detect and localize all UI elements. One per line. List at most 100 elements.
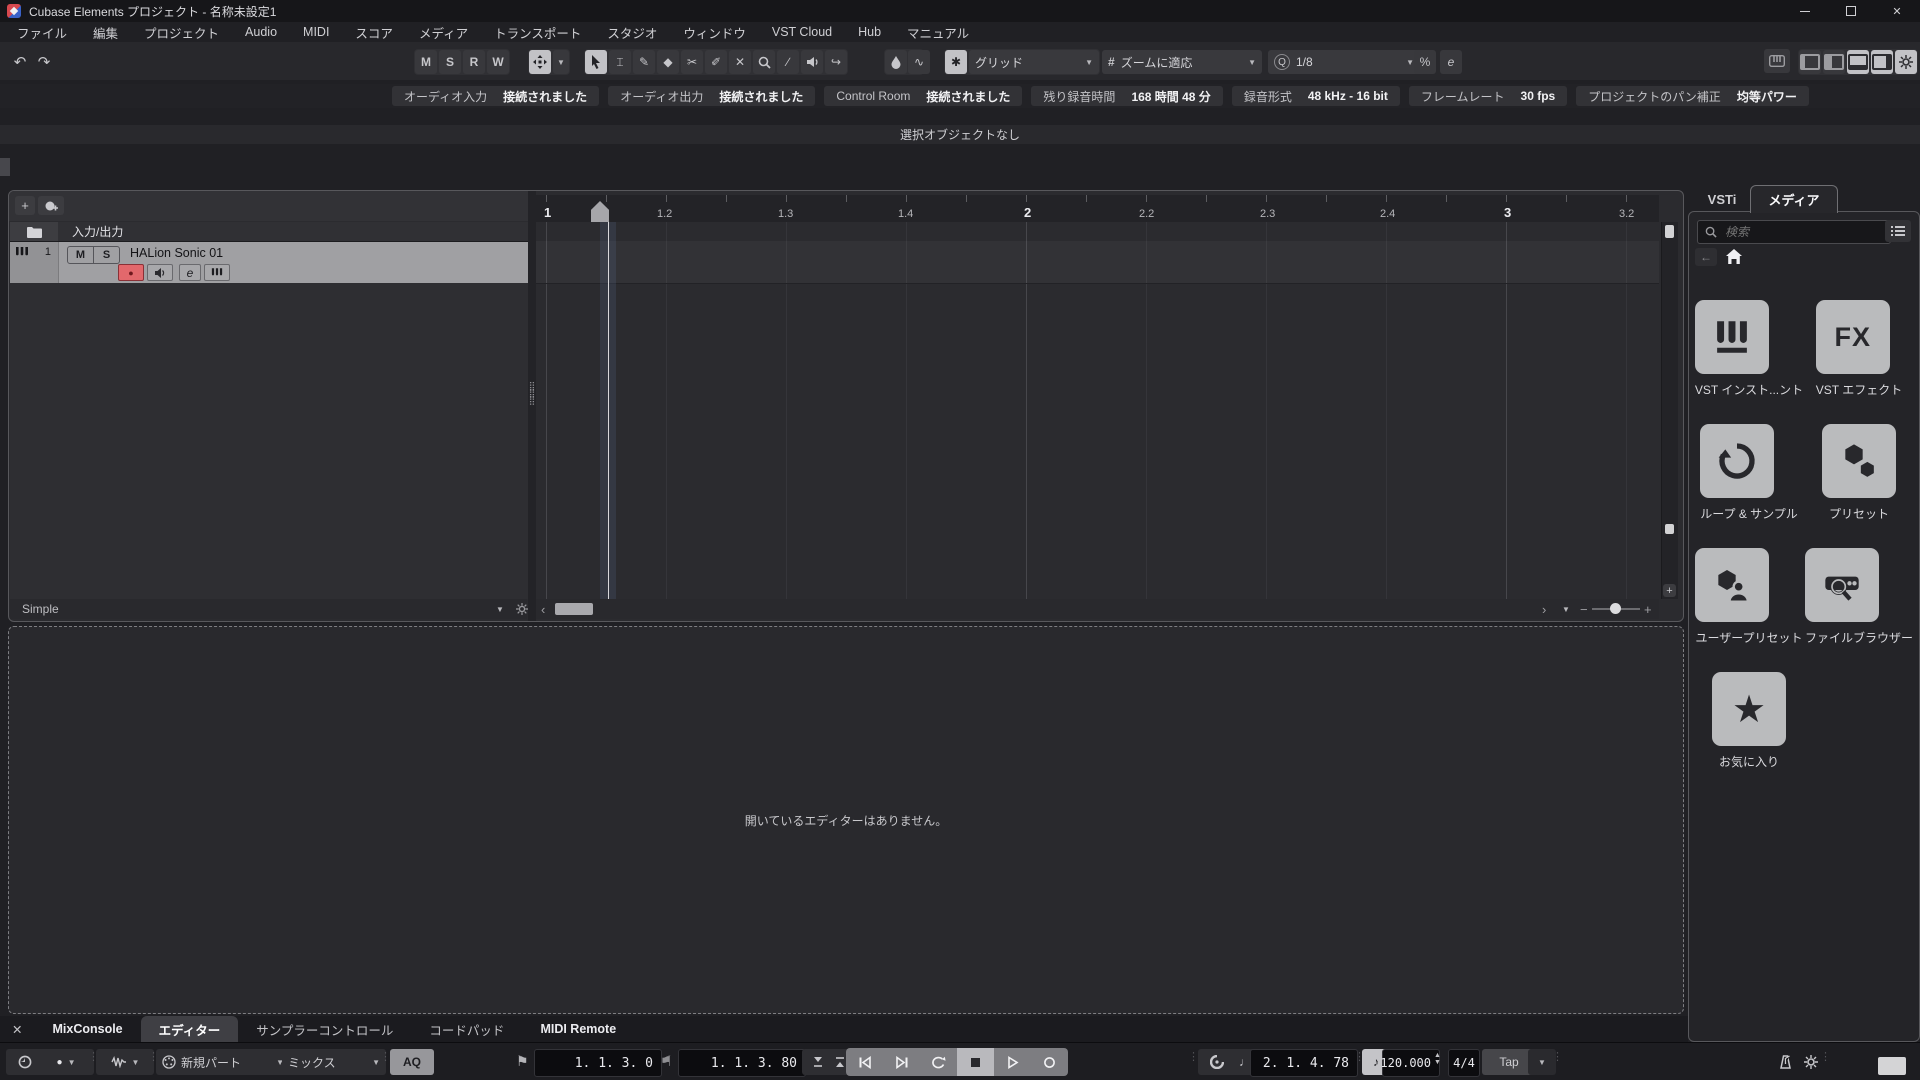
tile-loops-samples[interactable]: ループ & サンプル	[1700, 424, 1798, 522]
mute-all-button[interactable]: M	[415, 50, 437, 74]
drag-handle[interactable]: ⋮	[1820, 1052, 1831, 1063]
media-home-button[interactable]	[1723, 246, 1745, 266]
read-automation-button[interactable]: R	[463, 50, 485, 74]
quantize-panel-button[interactable]: e	[1440, 50, 1462, 74]
hscroll-thumb[interactable]	[555, 603, 593, 615]
autoscroll-button[interactable]	[529, 50, 551, 74]
grid-type-select[interactable]: グリッド ▼	[969, 50, 1099, 74]
stop-button[interactable]	[957, 1048, 994, 1076]
record-format[interactable]: 録音形式 48 kHz - 16 bit	[1231, 86, 1400, 106]
iterative-quantize-button[interactable]: %	[1414, 50, 1436, 74]
use-track-preset-button[interactable]	[38, 196, 64, 215]
midi-mix-mode-select[interactable]: ミックス ▼	[282, 1049, 386, 1075]
left-locator-flag-icon[interactable]: ⚑	[516, 1053, 529, 1070]
minimize-button[interactable]	[1782, 0, 1828, 22]
go-to-start-button[interactable]	[846, 1048, 883, 1076]
tile-user-presets[interactable]: ユーザープリセット	[1695, 548, 1803, 646]
track-name[interactable]: HALion Sonic 01	[130, 246, 223, 260]
undo-button[interactable]: ↶	[9, 50, 31, 74]
grid-zoom-select[interactable]: # ズームに適応 ▼	[1102, 50, 1262, 74]
redo-button[interactable]: ↷	[33, 50, 55, 74]
zoom-tool[interactable]	[753, 50, 775, 74]
record-enable-button[interactable]: ●	[118, 264, 144, 281]
left-locator-display[interactable]: 1. 1. 3. 0	[534, 1049, 662, 1077]
preset-dropdown[interactable]: ▼	[496, 605, 504, 614]
media-back-button[interactable]: ←	[1695, 248, 1717, 266]
open-instrument-button[interactable]	[204, 264, 230, 281]
range-tool[interactable]: ⌶	[609, 50, 631, 74]
tile-vst-instruments[interactable]: VST インスト...ント	[1694, 300, 1803, 398]
menu-file[interactable]: ファイル	[4, 23, 80, 42]
menu-project[interactable]: プロジェクト	[131, 23, 232, 42]
auto-quantize-button[interactable]: AQ	[390, 1049, 434, 1075]
media-list-view-button[interactable]	[1885, 220, 1911, 242]
vscroll-thumb[interactable]	[1665, 225, 1674, 238]
cycle-button[interactable]	[920, 1048, 957, 1076]
tracklist-divider[interactable]	[528, 191, 536, 621]
split-tool[interactable]: ✂	[681, 50, 703, 74]
feedback-tool[interactable]: ↪	[825, 50, 847, 74]
autoscroll-dropdown[interactable]: ▼	[553, 50, 569, 74]
timeline-ruler[interactable]: 1 1.2 1.3 1.4 2 2.2 2.3 2.4 3 3.2	[536, 195, 1659, 223]
tile-vst-effects[interactable]: FX VST エフェクト	[1815, 300, 1902, 398]
tile-file-browser[interactable]: ファイルブラウザー	[1804, 548, 1913, 646]
play-tool[interactable]	[801, 50, 823, 74]
select-tool[interactable]	[585, 50, 607, 74]
glue-tool[interactable]: ✐	[705, 50, 727, 74]
monitor-button[interactable]	[147, 264, 173, 281]
tab-vsti[interactable]: VSTi	[1700, 189, 1744, 209]
edit-instrument-button[interactable]: e	[179, 264, 201, 281]
onscreen-keyboard-button[interactable]	[1764, 49, 1790, 73]
menu-score[interactable]: スコア	[342, 23, 406, 42]
mute-tool[interactable]: ✕	[729, 50, 751, 74]
erase-tool[interactable]: ◆	[657, 50, 679, 74]
right-zone-toggle[interactable]	[1871, 50, 1893, 74]
track-mute-button[interactable]: M	[68, 247, 94, 263]
tab-midi-remote[interactable]: MIDI Remote	[522, 1016, 634, 1042]
menu-media[interactable]: メディア	[406, 23, 481, 42]
track-lane[interactable]	[536, 241, 1659, 284]
menu-window[interactable]: ウィンドウ	[670, 23, 759, 42]
vzoom-plus-button[interactable]: +	[1663, 584, 1676, 597]
divider-grip[interactable]: ⣿ ⣿ ⣿	[528, 382, 536, 405]
project-time-display[interactable]: 2. 1. 4. 78	[1250, 1049, 1358, 1077]
tab-chord-pads[interactable]: コードパッド	[411, 1016, 522, 1042]
line-tool[interactable]: ∕	[777, 50, 799, 74]
io-folder-track[interactable]: 入力/出力	[58, 222, 541, 242]
record-time-remaining[interactable]: 残り録音時間 168 時間 48 分	[1031, 86, 1223, 106]
left-zone-toggle[interactable]	[1799, 50, 1821, 74]
zoom-preset-dropdown[interactable]: ▼	[1562, 605, 1570, 614]
audio-output-status[interactable]: オーディオ出力 接続されました	[608, 86, 816, 106]
zoom-slider-knob[interactable]	[1610, 603, 1621, 614]
drag-handle[interactable]: ⋮	[1552, 1052, 1563, 1063]
tab-sampler-control[interactable]: サンプラーコントロール	[238, 1016, 411, 1042]
menu-transport[interactable]: トランスポート	[481, 23, 594, 42]
tracklist-empty-area[interactable]	[10, 283, 528, 599]
zoom-in-button[interactable]: +	[1644, 602, 1652, 617]
track-solo-button[interactable]: S	[94, 247, 119, 263]
tempo-display[interactable]: 120.000	[1380, 1049, 1440, 1077]
control-room-status[interactable]: Control Room 接続されました	[824, 86, 1023, 106]
audio-record-mode-select[interactable]: ▼	[96, 1049, 154, 1075]
audio-input-status[interactable]: オーディオ入力 接続されました	[392, 86, 600, 106]
right-locator-flag-icon[interactable]: ⚑	[660, 1053, 673, 1070]
menu-manual[interactable]: マニュアル	[894, 23, 982, 42]
vertical-scrollbar[interactable]: +	[1661, 222, 1678, 599]
midi-record-mode-select[interactable]: 新規パート ▼	[156, 1049, 290, 1075]
record-mode-select[interactable]: ● ▼	[38, 1049, 94, 1075]
color-tool-button[interactable]	[885, 50, 907, 74]
draw-tool[interactable]: ✎	[633, 50, 655, 74]
menu-vst-cloud[interactable]: VST Cloud	[759, 25, 845, 39]
corner-resize-grip[interactable]	[1878, 1057, 1906, 1075]
play-button[interactable]	[994, 1048, 1031, 1076]
quantize-select[interactable]: Q 1/8 ▼	[1268, 50, 1420, 74]
inspector-toggle[interactable]	[1823, 50, 1845, 74]
transport-record-button[interactable]	[1031, 1048, 1068, 1076]
right-locator-display[interactable]: 1. 1. 3. 80	[678, 1049, 806, 1077]
tempo-spinner[interactable]: ▲ ▼	[1434, 1052, 1441, 1066]
zoom-out-button[interactable]: −	[1580, 602, 1588, 617]
scroll-right-arrow[interactable]: ›	[1542, 602, 1546, 617]
menu-studio[interactable]: スタジオ	[594, 23, 670, 42]
write-automation-button[interactable]: W	[487, 50, 509, 74]
menu-hub[interactable]: Hub	[845, 25, 894, 39]
